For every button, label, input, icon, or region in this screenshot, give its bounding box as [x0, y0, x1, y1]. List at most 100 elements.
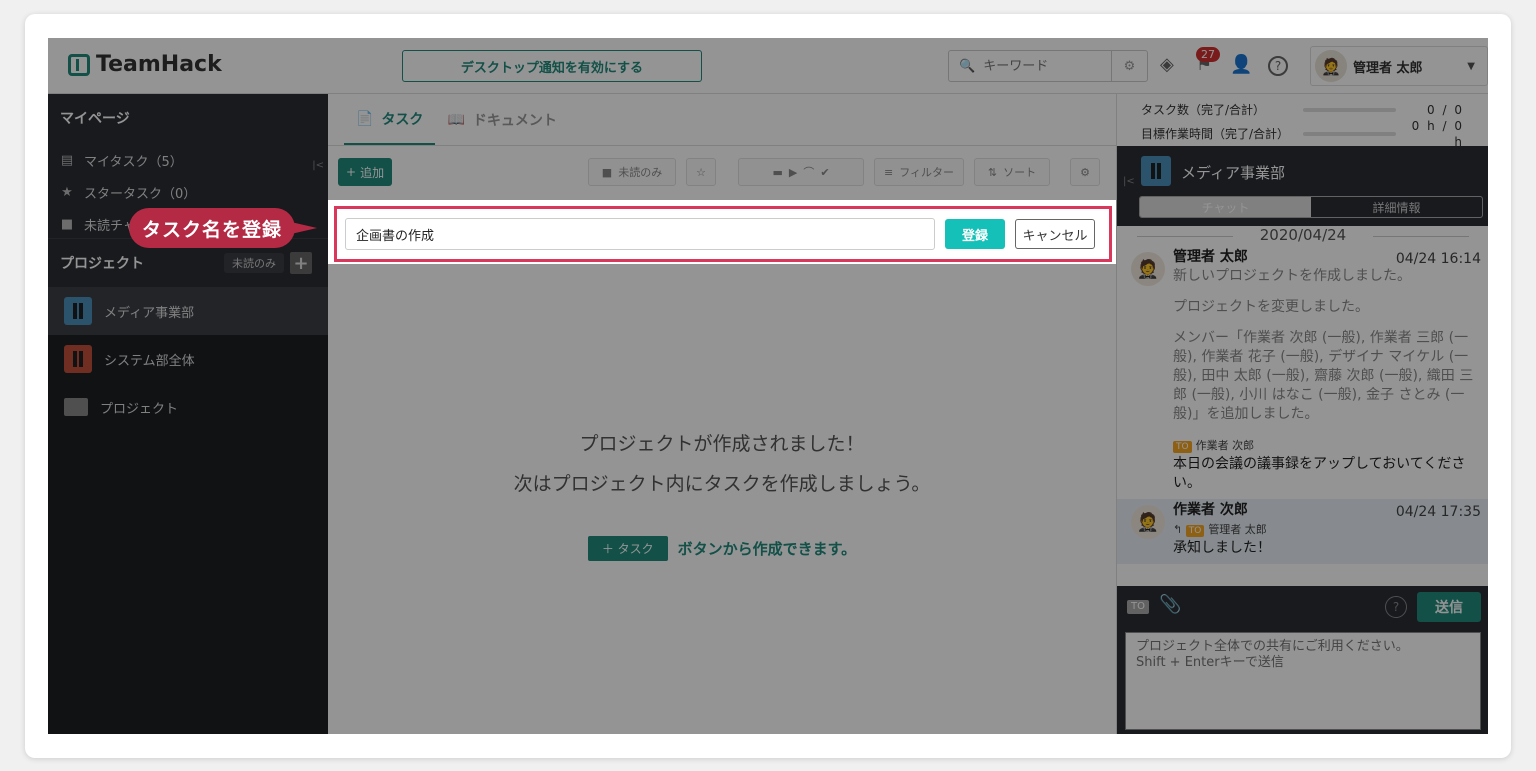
- send-button[interactable]: 送信: [1417, 592, 1481, 622]
- search-box[interactable]: 🔍 ⚙: [948, 50, 1148, 82]
- register-button[interactable]: 登録: [945, 219, 1005, 249]
- filter-icon: ≡: [884, 165, 894, 179]
- settings-button[interactable]: ⚙: [1070, 158, 1100, 186]
- task-name-input[interactable]: [345, 218, 935, 250]
- mention-name: 作業者 次郎: [1195, 439, 1255, 452]
- sidebar: マイページ ▤ マイタスク（5） ★ スタータスク（0） ■ 未読チャット |<…: [48, 94, 328, 734]
- stat-value: 0 / 0: [1427, 103, 1464, 117]
- app-logo[interactable]: TeamHack: [68, 52, 222, 77]
- notification-badge: 27: [1196, 47, 1220, 62]
- progress-bar: [1302, 108, 1396, 112]
- stat-label: タスク数（完了/合計）: [1141, 103, 1266, 117]
- play-icon: ▶: [788, 165, 798, 179]
- empty-state-message: プロジェクトが作成されました！ 次はプロジェクト内にタスクを作成しましょう。: [328, 424, 1116, 504]
- star-icon: ★: [61, 184, 73, 200]
- project-icon: [64, 297, 92, 325]
- enable-desktop-notifications-button[interactable]: デスクトップ通知を有効にする: [402, 50, 702, 82]
- chat-input[interactable]: [1125, 632, 1481, 730]
- filter-label: フィルター: [899, 166, 954, 179]
- help-icon[interactable]: ?: [1385, 596, 1407, 618]
- chat-project-name: メディア事業部: [1181, 164, 1285, 182]
- message-text: 新しいプロジェクトを作成しました。: [1173, 268, 1411, 284]
- chat-message: 🤵 作業者 次郎 04/24 17:35 ↰ TO 管理者 太郎 承知しました！: [1117, 499, 1488, 564]
- empty-line-1: プロジェクトが作成されました！: [579, 433, 865, 455]
- status-filter-group[interactable]: ▬ ▶ ⌒ ✔: [738, 158, 864, 186]
- user-avatar: 🤵: [1315, 50, 1347, 82]
- sort-button[interactable]: ⇅ ソート: [974, 158, 1050, 186]
- tab-label: ドキュメント: [472, 112, 557, 129]
- user-name: 管理者 太郎: [1353, 60, 1423, 76]
- callout-label: タスク名を登録: [129, 208, 317, 248]
- chat-tabs: チャット 詳細情報: [1139, 196, 1483, 218]
- star-filter-button[interactable]: ☆: [686, 158, 716, 186]
- sidebar-item-label: スタータスク（0）: [84, 186, 197, 202]
- chevron-down-icon: ▼: [1467, 60, 1475, 72]
- search-icon: 🔍: [959, 58, 976, 74]
- mypage-title: マイページ: [60, 111, 130, 127]
- sort-label: ソート: [1003, 166, 1037, 179]
- user-menu[interactable]: 🤵 管理者 太郎 ▼: [1310, 46, 1488, 86]
- tab-label: タスク: [381, 111, 424, 128]
- search-settings-icon[interactable]: ⚙: [1111, 51, 1147, 81]
- star-icon: ☆: [696, 165, 706, 179]
- chat-compose: TO 📎 ? 送信: [1117, 586, 1488, 734]
- sidebar-item-starred-tasks[interactable]: ★ スタータスク（0）: [60, 176, 316, 208]
- folder-icon: [64, 398, 88, 416]
- date-divider: 2020/04/24: [1117, 226, 1488, 246]
- unread-only-button[interactable]: ■ 未読のみ: [588, 158, 676, 186]
- right-panel: タスク数（完了/合計） 0 / 0 目標作業時間（完了/合計） 0 h / 0 …: [1116, 94, 1488, 734]
- sort-icon: ⇅: [987, 165, 998, 179]
- stat-task-count: タスク数（完了/合計） 0 / 0: [1141, 102, 1464, 118]
- message-text: 承知しました！: [1173, 540, 1271, 556]
- project-icon: [64, 345, 92, 373]
- new-task-form: 登録 キャンセル: [334, 206, 1112, 262]
- search-input[interactable]: [983, 58, 1094, 74]
- add-user-icon[interactable]: 👤: [1230, 54, 1252, 75]
- tab-details[interactable]: 詳細情報: [1311, 197, 1482, 217]
- sidebar-item-my-tasks[interactable]: ▤ マイタスク（5）: [60, 144, 316, 176]
- collapse-panel-icon[interactable]: |<: [1123, 176, 1135, 187]
- filter-button[interactable]: ≡ フィルター: [874, 158, 964, 186]
- add-task-button[interactable]: + 追加: [338, 158, 393, 186]
- project-icon: [1141, 156, 1171, 186]
- project-label: メディア事業部: [104, 305, 195, 321]
- chat-header: |< メディア事業部 チャット 詳細情報: [1117, 146, 1488, 226]
- document-icon: ▤: [60, 152, 74, 168]
- create-task-hint-button[interactable]: ＋ タスク: [587, 536, 668, 561]
- chat-message: 🤵 管理者 太郎 04/24 16:14 新しいプロジェクトを作成しました。 プ…: [1117, 246, 1488, 499]
- project-item-system[interactable]: システム部全体: [48, 335, 328, 383]
- project-item-media[interactable]: メディア事業部: [48, 287, 328, 335]
- book-icon: 📖: [447, 111, 465, 128]
- to-badge: TO: [1173, 441, 1192, 453]
- tab-chat[interactable]: チャット: [1140, 197, 1311, 217]
- top-bar: TeamHack デスクトップ通知を有効にする 🔍 ⚙ ◈ 27 ⚑ 👤 ? 🤵…: [48, 38, 1488, 94]
- empty-state-hint: ＋ タスク ボタンから作成できます。: [328, 536, 1116, 561]
- stat-label: 目標作業時間（完了/合計）: [1141, 127, 1290, 141]
- message-text: プロジェクトを変更しました。: [1173, 299, 1369, 315]
- avatar: 🤵: [1131, 505, 1165, 539]
- cancel-button[interactable]: キャンセル: [1015, 219, 1095, 249]
- attachment-icon[interactable]: 📎: [1159, 594, 1181, 615]
- unread-only-filter[interactable]: 未読のみ: [224, 253, 284, 273]
- review-icon: ⌒: [803, 166, 815, 179]
- message-time: 04/24 16:14: [1395, 251, 1481, 267]
- layers-icon[interactable]: ◈: [1160, 54, 1174, 75]
- add-label: 追加: [360, 165, 385, 180]
- tab-tasks[interactable]: 📄 タスク: [344, 94, 436, 145]
- document-icon: 📄: [356, 110, 374, 127]
- tab-documents[interactable]: 📖 ドキュメント: [435, 94, 568, 145]
- project-list: メディア事業部 システム部全体 プロジェクト: [48, 287, 328, 734]
- project-label: プロジェクト: [100, 401, 179, 417]
- add-project-button[interactable]: +: [290, 252, 312, 274]
- to-button[interactable]: TO: [1127, 600, 1149, 614]
- message-time: 04/24 17:35: [1395, 504, 1481, 520]
- app-window: TeamHack デスクトップ通知を有効にする 🔍 ⚙ ◈ 27 ⚑ 👤 ? 🤵…: [48, 38, 1488, 734]
- help-icon[interactable]: ?: [1268, 56, 1288, 76]
- check-icon: ✔: [820, 165, 830, 179]
- message-text: メンバー「作業者 次郎 (一般), 作業者 三郎 (一般), 作業者 花子 (一…: [1173, 330, 1474, 422]
- chat-icon: ■: [60, 216, 74, 232]
- project-folder[interactable]: プロジェクト: [48, 383, 328, 431]
- main-panel: 📄 タスク 📖 ドキュメント + 追加 ■ 未読のみ ☆ ▬ ▶ ⌒ ✔ ≡ フ…: [328, 94, 1116, 734]
- collapse-sidebar-icon[interactable]: |<: [312, 160, 324, 171]
- dash-icon: ▬: [772, 165, 783, 179]
